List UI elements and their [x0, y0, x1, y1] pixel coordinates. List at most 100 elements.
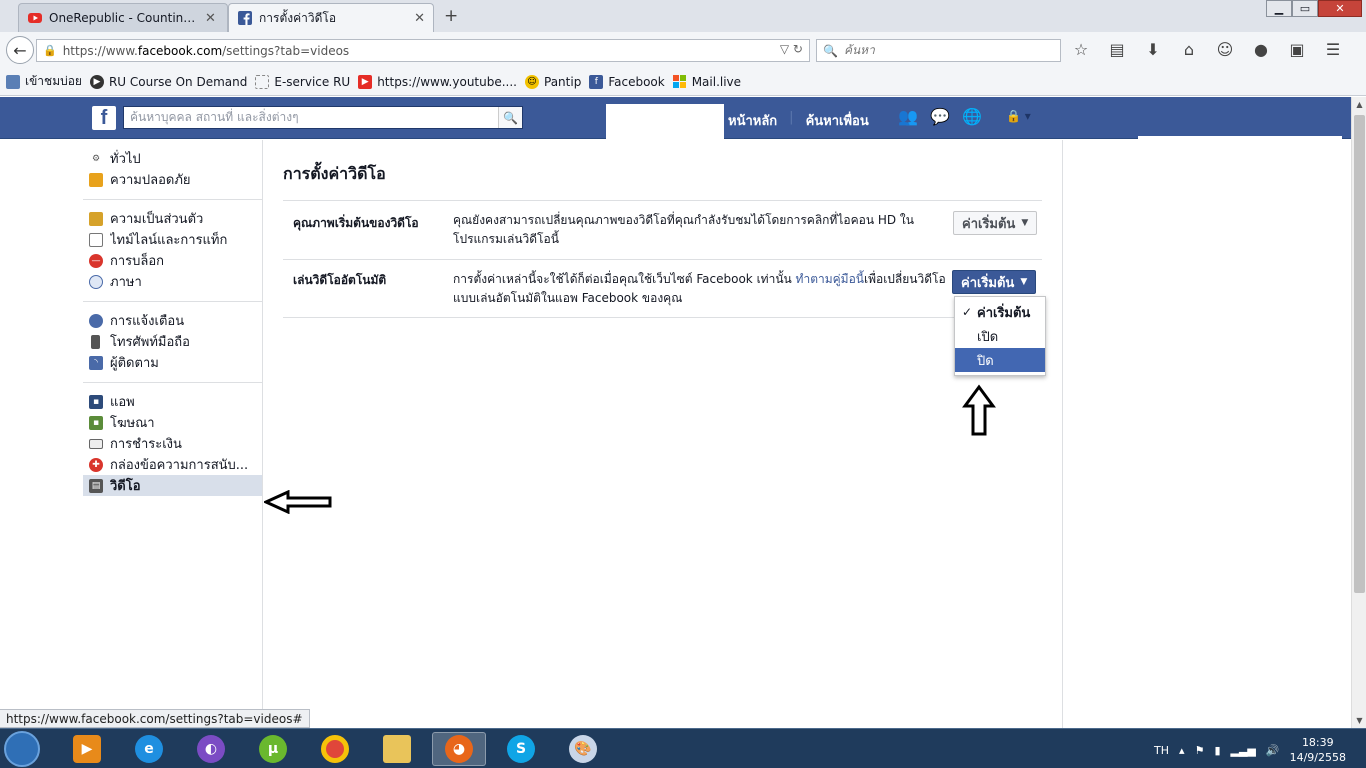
account-menu-icon[interactable]: 🔒 ▾ — [1006, 109, 1031, 123]
bookmark-pantip[interactable]: ☺ Pantip — [525, 74, 581, 89]
sidebar-item-blocking[interactable]: — การบล็อก — [83, 250, 263, 271]
bookmark-star-icon[interactable]: ☆ — [1070, 40, 1092, 59]
bookmark-mail-live[interactable]: Mail.live — [672, 74, 741, 89]
nav-home-link[interactable]: หน้าหลัก — [728, 110, 777, 131]
arrow-left-icon: ← — [13, 40, 27, 60]
taskbar-media-player[interactable]: ▶ — [60, 732, 114, 766]
url-suffix: /settings?tab=videos — [222, 43, 350, 58]
rss-icon: ◝ — [89, 355, 103, 370]
facebook-search-input[interactable]: ค้นหาบุคคล สถานที่ และสิ่งต่างๆ 🔍 — [123, 106, 523, 129]
url-host: facebook.com — [137, 43, 223, 58]
taskbar-browser[interactable]: ◐ — [184, 732, 238, 766]
messages-icon[interactable]: 💬 — [928, 107, 952, 126]
sidebar-item-privacy[interactable]: ความเป็นส่วนตัว — [83, 208, 263, 229]
sidebar-item-support-inbox[interactable]: ✚ กล่องข้อความการสนับ... — [83, 454, 263, 475]
taskbar-skype[interactable]: S — [494, 732, 548, 766]
scrollbar-thumb[interactable] — [1354, 115, 1365, 593]
card-icon — [89, 438, 103, 449]
folder-icon — [6, 74, 20, 89]
guide-link[interactable]: ทำตามคู่มือนี้ — [796, 272, 864, 286]
maximize-button[interactable]: ▭ — [1292, 0, 1318, 17]
volume-icon[interactable]: 🔊 — [1266, 744, 1280, 757]
back-button[interactable]: ← — [6, 36, 34, 64]
nav-find-friends-link[interactable]: ค้นหาเพื่อน — [806, 110, 869, 131]
facebook-search-placeholder: ค้นหาบุคคล สถานที่ และสิ่งต่างๆ — [130, 110, 299, 124]
browser-navigation-bar: ← 🔒 https://www. facebook.com/settings?ta… — [0, 32, 1366, 68]
taskbar-chrome[interactable] — [308, 732, 362, 766]
url-bar[interactable]: 🔒 https://www. facebook.com/settings?tab=… — [36, 39, 810, 62]
flag-icon[interactable]: ⚑ — [1195, 744, 1205, 757]
browser-toolbar-icons: ☆ ▤ ⬇ ⌂ ☺ ● ▣ ☰ — [1070, 40, 1344, 59]
autoplay-dropdown[interactable]: ค่าเริ่มต้น ▼ — [952, 270, 1037, 294]
menu-icon[interactable]: ☰ — [1322, 40, 1344, 59]
column-divider — [262, 140, 263, 728]
taskbar-utorrent[interactable]: µ — [246, 732, 300, 766]
bookmarks-list-icon[interactable]: ▤ — [1106, 40, 1128, 59]
sidebar-item-notifications[interactable]: การแจ้งเตือน — [83, 310, 263, 331]
language-indicator[interactable]: TH — [1154, 744, 1169, 757]
facebook-jewels: 👥 💬 🌐 — [896, 107, 984, 126]
vertical-scrollbar[interactable]: ▲ ▼ — [1351, 97, 1366, 728]
sidebar-item-followers[interactable]: ◝ ผู้ติดตาม — [83, 352, 263, 373]
sidebar-item-general[interactable]: ⚙ ทั่วไป — [83, 148, 263, 169]
taskbar-firefox[interactable]: ◕ — [432, 732, 486, 766]
bookmark-most-visited[interactable]: เข้าชมบ่อย — [6, 72, 82, 91]
default-quality-dropdown[interactable]: ค่าเริ่มต้น ▼ — [953, 211, 1038, 235]
sidebar-item-mobile[interactable]: โทรศัพท์มือถือ — [83, 331, 263, 352]
start-button[interactable] — [4, 731, 40, 767]
scroll-up-icon[interactable]: ▲ — [1352, 97, 1366, 112]
sidebar-item-language[interactable]: ภาษา — [83, 271, 263, 292]
sidebar-item-ads[interactable]: ▪ โฆษณา — [83, 412, 263, 433]
sidebar-item-security[interactable]: ความปลอดภัย — [83, 169, 263, 190]
download-icon[interactable]: ⬇ — [1142, 40, 1164, 59]
right-column-divider — [1062, 140, 1063, 728]
scroll-down-icon[interactable]: ▼ — [1352, 713, 1366, 728]
window-close-button[interactable]: ✕ — [1318, 0, 1362, 17]
taskbar-explorer[interactable] — [370, 732, 424, 766]
notifications-globe-icon[interactable]: 🌐 — [960, 107, 984, 126]
clock[interactable]: 18:39 14/9/2558 — [1290, 735, 1346, 765]
power-icon[interactable]: ▮ — [1214, 744, 1220, 757]
new-tab-button[interactable]: + — [444, 6, 458, 26]
tray-expand-icon[interactable]: ▴ — [1179, 744, 1185, 757]
friend-requests-icon[interactable]: 👥 — [896, 107, 920, 126]
sidebar-item-timeline[interactable]: ไทม์ไลน์และการแท็ก — [83, 229, 263, 250]
browser-tab-youtube[interactable]: OneRepublic - Counting St... ✕ — [18, 3, 228, 32]
bookmark-facebook[interactable]: f Facebook — [589, 74, 665, 89]
autoplay-option-on[interactable]: เปิด — [955, 324, 1045, 348]
internet-explorer-icon: e — [135, 735, 163, 763]
network-icon[interactable]: ▂▃▅ — [1231, 744, 1256, 757]
autoplay-option-off[interactable]: ปิด — [955, 348, 1045, 372]
skype-icon: S — [507, 735, 535, 763]
bookmark-eservice[interactable]: E-service RU — [255, 74, 350, 89]
close-icon[interactable]: ✕ — [414, 11, 425, 26]
chat-icon[interactable]: ☺ — [1214, 40, 1236, 59]
sidebar-item-apps[interactable]: ▪ แอพ — [83, 391, 263, 412]
extension-icon[interactable]: ▣ — [1286, 40, 1308, 59]
close-icon[interactable]: ✕ — [205, 11, 216, 26]
caret-down-icon: ▼ — [1021, 218, 1029, 228]
reload-icon[interactable]: ▽ ↻ — [780, 42, 803, 56]
caret-down-icon: ▼ — [1020, 277, 1028, 287]
windows-icon — [672, 74, 687, 89]
youtube-icon — [27, 10, 43, 26]
minimize-button[interactable]: ▁ — [1266, 0, 1292, 17]
block-icon: — — [89, 253, 103, 268]
browser-search-input[interactable]: 🔍 ค้นหา — [816, 39, 1061, 62]
bookmark-youtube[interactable]: ▶ https://www.youtube.... — [358, 74, 517, 89]
autoplay-option-default[interactable]: ✓ ค่าเริ่มต้น — [955, 300, 1045, 324]
sidebar-item-videos[interactable]: ▤ วิดีโอ — [83, 475, 263, 496]
bookmark-ru-course[interactable]: ▶ RU Course On Demand — [89, 74, 247, 89]
home-icon[interactable]: ⌂ — [1178, 40, 1200, 59]
taskbar-paint[interactable]: 🎨 — [556, 732, 610, 766]
taskbar-ie[interactable]: e — [122, 732, 176, 766]
search-icon[interactable]: 🔍 — [498, 107, 522, 128]
system-tray: TH ▴ ⚑ ▮ ▂▃▅ 🔊 18:39 14/9/2558 — [1154, 735, 1346, 765]
browser-tab-video-settings[interactable]: การตั้งค่าวิดีโอ ✕ — [228, 3, 434, 32]
adblock-icon[interactable]: ● — [1250, 40, 1272, 59]
tab-label: OneRepublic - Counting St... — [49, 11, 199, 25]
facebook-logo-icon[interactable]: f — [92, 106, 116, 130]
pantip-icon: ☺ — [525, 74, 539, 89]
youtube-icon: ▶ — [358, 74, 373, 89]
sidebar-item-payments[interactable]: การชำระเงิน — [83, 433, 263, 454]
